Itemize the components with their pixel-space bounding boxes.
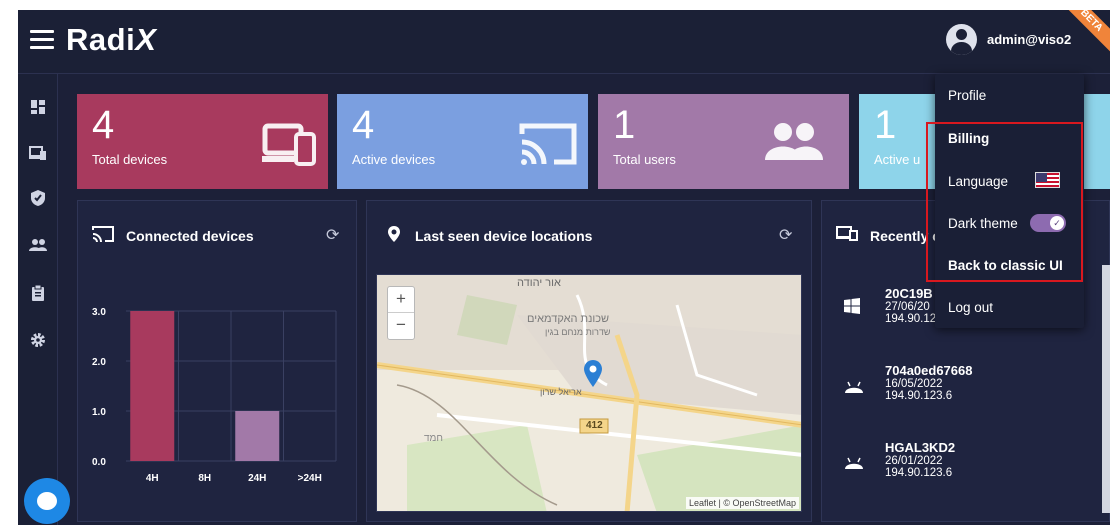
x-tick-label: >24H xyxy=(298,473,322,484)
zoom-out-button[interactable]: − xyxy=(388,313,414,339)
stat-label: Active u xyxy=(874,152,921,167)
windows-icon xyxy=(844,298,860,319)
stat-label: Total devices xyxy=(92,152,168,167)
top-bar: RadiX admin@viso2 BETA xyxy=(18,10,1110,74)
device-date: 26/01/2022 xyxy=(885,455,943,467)
stat-label: Total users xyxy=(613,152,676,167)
stat-value: 4 xyxy=(92,103,115,147)
stat-value: 1 xyxy=(874,103,897,147)
x-tick-label: 4H xyxy=(146,473,159,484)
cast-icon xyxy=(518,120,578,173)
map-label-road: 412 xyxy=(586,420,603,431)
map-card: Last seen device locations ⟳ אור יהודה ש… xyxy=(366,200,812,522)
annotation-highlight-box xyxy=(926,122,1083,282)
stat-value: 4 xyxy=(352,103,375,147)
map-label-city: אור יהודה xyxy=(517,277,561,289)
y-tick-label: 0.0 xyxy=(92,457,106,468)
refresh-icon[interactable]: ⟳ xyxy=(326,225,339,245)
devices-icon xyxy=(836,225,858,246)
hamburger-menu-icon[interactable] xyxy=(30,30,54,50)
stat-total-users[interactable]: 1 Total users xyxy=(598,94,849,189)
cast-icon xyxy=(92,225,114,248)
list-item[interactable]: HGAL3KD2 26/01/2022 194.90.123.6 xyxy=(885,440,955,479)
device-date: 16/05/2022 xyxy=(885,378,943,390)
x-tick-label: 24H xyxy=(248,473,266,484)
chat-bubble-icon[interactable] xyxy=(24,478,70,524)
location-pin-icon xyxy=(387,225,401,248)
map-label-place: חמד xyxy=(424,433,443,444)
users-icon[interactable] xyxy=(27,234,49,256)
menu-item-profile[interactable]: Profile xyxy=(948,88,986,103)
bar-4H[interactable] xyxy=(130,311,175,461)
map-zoom-control: + − xyxy=(387,286,415,340)
refresh-icon[interactable]: ⟳ xyxy=(779,225,792,245)
scrollbar[interactable] xyxy=(1102,265,1110,513)
device-id: HGAL3KD2 xyxy=(885,440,956,455)
map-attribution[interactable]: Leaflet | © OpenStreetMap xyxy=(685,497,799,509)
card-title: Connected devices xyxy=(126,228,254,244)
device-map[interactable]: אור יהודה שכונת האקדמאים שדרות מנחם בגין… xyxy=(376,274,802,512)
device-ip: 194.90.123.6 xyxy=(885,390,953,402)
avatar xyxy=(946,24,977,55)
zoom-in-button[interactable]: + xyxy=(388,287,414,313)
x-tick-label: 8H xyxy=(198,473,211,484)
map-label-street: שדרות מנחם בגין xyxy=(545,327,611,337)
card-title: Last seen device locations xyxy=(415,228,593,244)
side-nav xyxy=(18,74,58,525)
stat-total-devices[interactable]: 4 Total devices xyxy=(77,94,328,189)
map-label-neighborhood: שכונת האקדמאים xyxy=(527,313,610,325)
map-label-street: אריאל שרון xyxy=(540,387,582,397)
device-id: 704a0ed67668 xyxy=(885,363,973,378)
stat-active-devices[interactable]: 4 Active devices xyxy=(337,94,588,189)
bar-24H[interactable] xyxy=(235,411,280,461)
stat-label: Active devices xyxy=(352,152,436,167)
connected-devices-chart: 0.0 1.0 2.0 3.0 4H 8H 24H >24H xyxy=(92,307,337,484)
menu-item-logout[interactable]: Log out xyxy=(948,300,993,315)
users-icon xyxy=(765,120,823,171)
dashboard-icon[interactable] xyxy=(27,96,49,118)
shield-icon[interactable] xyxy=(27,187,49,209)
android-icon xyxy=(844,380,864,398)
y-tick-label: 3.0 xyxy=(92,307,106,318)
device-ip: 194.90.123.6 xyxy=(885,467,953,479)
devices-icon[interactable] xyxy=(27,142,49,164)
y-tick-label: 1.0 xyxy=(92,407,106,418)
gear-icon[interactable] xyxy=(27,329,49,351)
android-icon xyxy=(844,456,864,474)
devices-icon xyxy=(262,120,318,171)
y-tick-label: 2.0 xyxy=(92,357,106,368)
user-email: admin@viso2 xyxy=(987,32,1072,47)
clipboard-icon[interactable] xyxy=(27,282,49,304)
stat-value: 1 xyxy=(613,103,636,147)
connected-devices-card: Connected devices ⟳ 0.0 1.0 2.0 3.0 4H 8H 24H >… xyxy=(77,200,357,522)
app-logo: RadiX xyxy=(66,22,157,57)
list-item[interactable]: 704a0ed67668 16/05/2022 194.90.123.6 xyxy=(885,363,972,402)
user-menu-trigger[interactable]: admin@viso2 xyxy=(946,24,1071,55)
